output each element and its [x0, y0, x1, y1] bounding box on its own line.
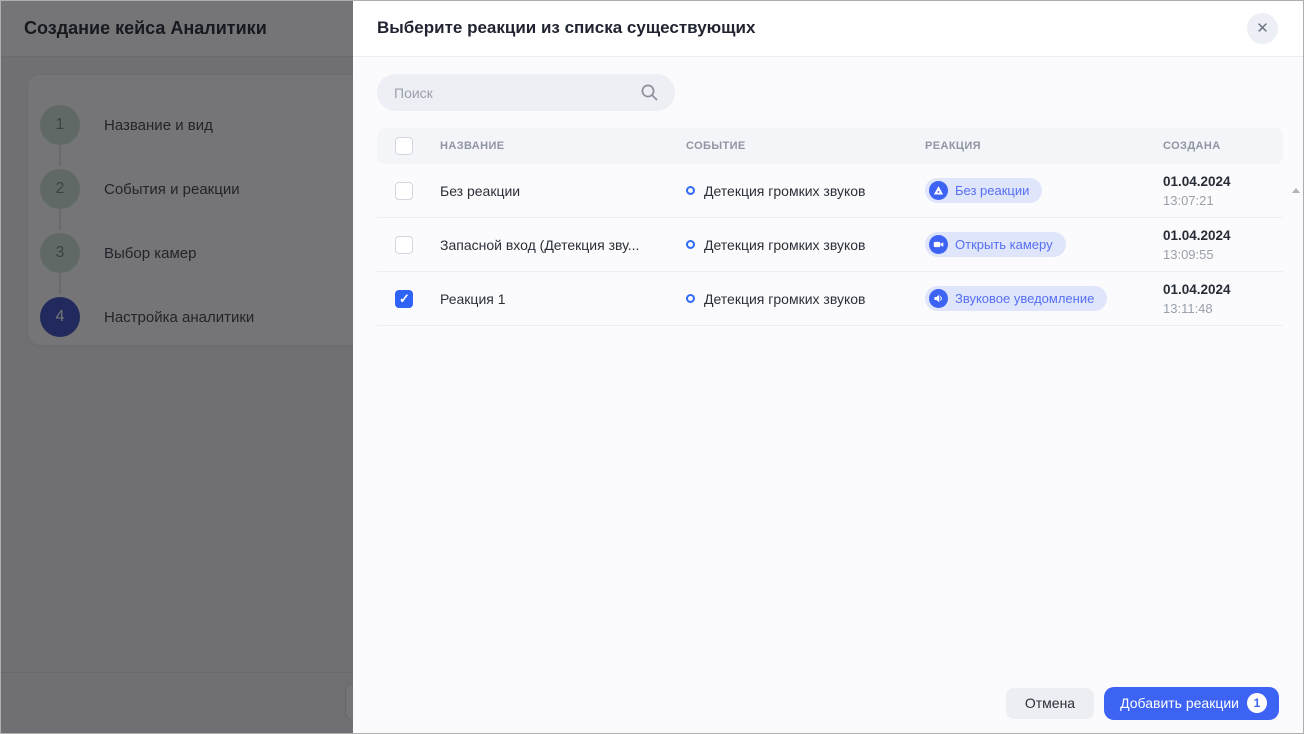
modal-footer: Отмена Добавить реакции 1 — [353, 672, 1304, 734]
created-time: 13:11:48 — [1163, 299, 1283, 318]
speaker-icon — [929, 289, 948, 308]
column-header-created: СОЗДАНА — [1163, 140, 1283, 152]
event-cell: Детекция громких звуков — [686, 237, 925, 253]
event-cell: Детекция громких звуков — [686, 291, 925, 307]
add-reactions-button[interactable]: Добавить реакции 1 — [1104, 687, 1279, 720]
column-header-reaction: РЕАКЦИЯ — [925, 140, 1163, 152]
cancel-button[interactable]: Отмена — [1006, 688, 1094, 719]
column-header-event: СОБЫТИЕ — [686, 140, 925, 152]
reaction-name: Запасной вход (Детекция зву... — [440, 237, 686, 253]
reaction-chip-label: Звуковое уведомление — [955, 291, 1094, 306]
created-date: 01.04.2024 — [1163, 226, 1283, 245]
created-cell: 01.04.2024 13:11:48 — [1163, 280, 1283, 318]
add-reactions-label: Добавить реакции — [1120, 695, 1239, 711]
close-icon[interactable]: ✕ — [1247, 13, 1278, 44]
select-reactions-modal: Выберите реакции из списка существующих … — [353, 0, 1304, 734]
reaction-chip: Без реакции — [925, 178, 1042, 203]
reactions-table: НАЗВАНИЕ СОБЫТИЕ РЕАКЦИЯ СОЗДАНА Без реа… — [377, 128, 1283, 326]
column-header-name: НАЗВАНИЕ — [440, 140, 686, 152]
reaction-name: Реакция 1 — [440, 291, 686, 307]
row-checkbox[interactable] — [395, 182, 413, 200]
event-label: Детекция громких звуков — [704, 291, 865, 307]
event-dot-icon — [686, 186, 695, 195]
table-header-row: НАЗВАНИЕ СОБЫТИЕ РЕАКЦИЯ СОЗДАНА — [377, 128, 1283, 164]
created-date: 01.04.2024 — [1163, 172, 1283, 191]
event-label: Детекция громких звуков — [704, 237, 865, 253]
created-cell: 01.04.2024 13:09:55 — [1163, 226, 1283, 264]
search-box — [377, 74, 675, 111]
reaction-chip: Открыть камеру — [925, 232, 1066, 257]
reaction-chip-label: Без реакции — [955, 183, 1029, 198]
modal-backdrop[interactable] — [0, 0, 353, 734]
select-all-checkbox[interactable] — [395, 137, 413, 155]
table-row[interactable]: Запасной вход (Детекция зву... Детекция … — [377, 218, 1283, 272]
reaction-name: Без реакции — [440, 183, 686, 199]
row-checkbox[interactable] — [395, 236, 413, 254]
search-input[interactable] — [377, 85, 675, 101]
reaction-chip-label: Открыть камеру — [955, 237, 1053, 252]
selected-count-badge: 1 — [1247, 693, 1267, 713]
modal-body: НАЗВАНИЕ СОБЫТИЕ РЕАКЦИЯ СОЗДАНА Без реа… — [353, 57, 1304, 326]
event-cell: Детекция громких звуков — [686, 183, 925, 199]
reaction-chip: Звуковое уведомление — [925, 286, 1107, 311]
video-camera-icon — [929, 235, 948, 254]
created-time: 13:07:21 — [1163, 191, 1283, 210]
table-row[interactable]: Без реакции Детекция громких звуков Без — [377, 164, 1283, 218]
search-icon — [640, 83, 659, 102]
row-checkbox[interactable] — [395, 290, 413, 308]
modal-header: Выберите реакции из списка существующих … — [353, 0, 1304, 57]
created-date: 01.04.2024 — [1163, 280, 1283, 299]
created-time: 13:09:55 — [1163, 245, 1283, 264]
event-dot-icon — [686, 240, 695, 249]
modal-title: Выберите реакции из списка существующих — [377, 18, 755, 38]
event-label: Детекция громких звуков — [704, 183, 865, 199]
created-cell: 01.04.2024 13:07:21 — [1163, 172, 1283, 210]
warning-triangle-icon — [929, 181, 948, 200]
table-row[interactable]: Реакция 1 Детекция громких звуков Звуко — [377, 272, 1283, 326]
scrollbar-up-arrow[interactable] — [1292, 188, 1300, 193]
event-dot-icon — [686, 294, 695, 303]
